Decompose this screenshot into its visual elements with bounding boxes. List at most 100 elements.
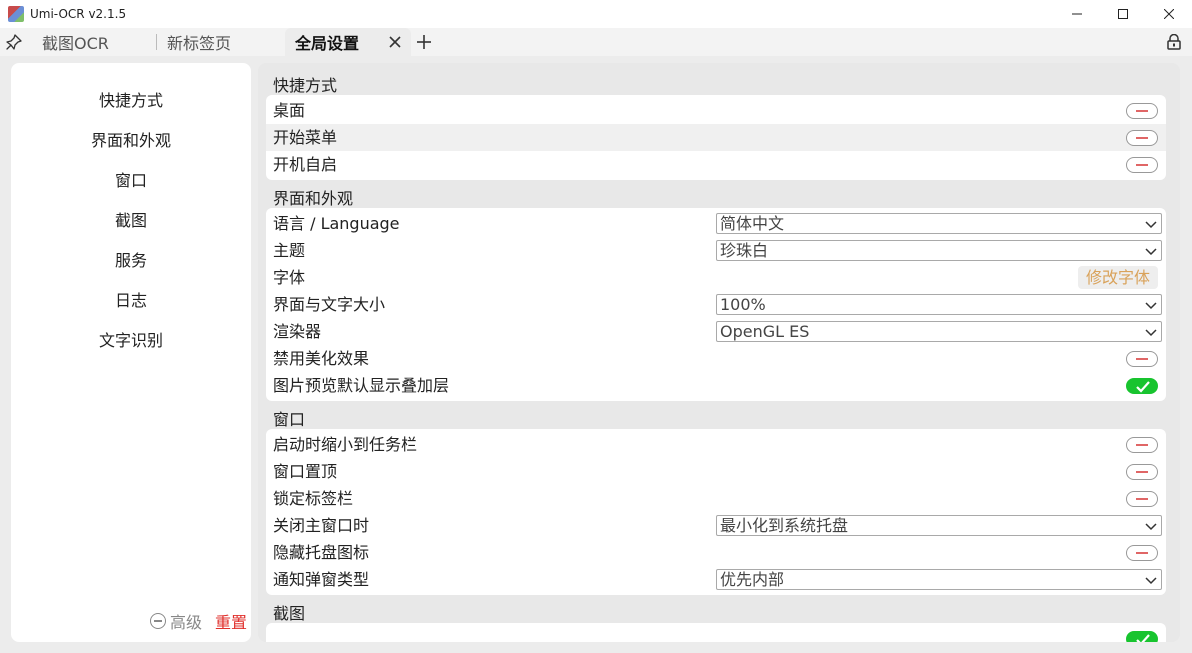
advanced-label: 高级 bbox=[170, 613, 203, 632]
language-select[interactable]: 简体中文 bbox=[716, 213, 1162, 234]
reset-button[interactable]: 重置 bbox=[215, 609, 247, 633]
preview-overlay-switch[interactable] bbox=[1126, 378, 1158, 394]
screenshot-card bbox=[266, 623, 1166, 642]
setting-row-on-close: 关闭主窗口时 最小化到系统托盘 bbox=[266, 512, 1166, 539]
sidebar-item-screenshot[interactable]: 截图 bbox=[11, 207, 251, 231]
close-icon bbox=[1164, 9, 1174, 19]
setting-row-start-menu: 开始菜单 bbox=[266, 124, 1166, 151]
setting-label: 图片预览默认显示叠加层 bbox=[273, 376, 450, 395]
select-value: 100% bbox=[720, 295, 766, 314]
autostart-switch[interactable] bbox=[1126, 157, 1158, 173]
tab-bar: 截图OCR 新标签页 全局设置 bbox=[0, 28, 1192, 56]
change-font-button[interactable]: 修改字体 bbox=[1077, 266, 1158, 289]
sidebar-item-log[interactable]: 日志 bbox=[11, 287, 251, 311]
appearance-card: 语言 / Language 简体中文 主题 珍珠白 字体 修改字体 界面与文字大… bbox=[266, 208, 1166, 401]
setting-row-preview-overlay: 图片预览默认显示叠加层 bbox=[266, 372, 1166, 399]
select-value: 最小化到系统托盘 bbox=[720, 516, 849, 535]
select-value: 珍珠白 bbox=[720, 241, 769, 260]
setting-label: 关闭主窗口时 bbox=[273, 516, 370, 535]
screenshot-setting-switch[interactable] bbox=[1126, 631, 1158, 642]
select-value: OpenGL ES bbox=[720, 322, 810, 341]
add-tab-button[interactable] bbox=[411, 28, 437, 56]
section-title-window: 窗口 bbox=[273, 410, 306, 429]
section-title-appearance: 界面和外观 bbox=[273, 189, 354, 208]
minimize-on-start-switch[interactable] bbox=[1126, 437, 1158, 453]
chevron-down-icon bbox=[1145, 523, 1157, 531]
chevron-down-icon bbox=[1145, 577, 1157, 585]
notify-type-select[interactable]: 优先内部 bbox=[716, 569, 1162, 590]
tab-close-button[interactable] bbox=[385, 32, 405, 52]
theme-select[interactable]: 珍珠白 bbox=[716, 240, 1162, 261]
settings-panel: 快捷方式 桌面 开始菜单 开机自启 界面和外观 语言 / Language 简体… bbox=[258, 63, 1180, 642]
setting-row-disable-effects: 禁用美化效果 bbox=[266, 345, 1166, 372]
sidebar-item-appearance[interactable]: 界面和外观 bbox=[11, 127, 251, 151]
setting-row-scale: 界面与文字大小 100% bbox=[266, 291, 1166, 318]
tab-label: 新标签页 bbox=[167, 34, 232, 53]
disable-effects-switch[interactable] bbox=[1126, 351, 1158, 367]
setting-row-hide-tray: 隐藏托盘图标 bbox=[266, 539, 1166, 566]
desktop-shortcut-switch[interactable] bbox=[1126, 103, 1158, 119]
setting-row-theme: 主题 珍珠白 bbox=[266, 237, 1166, 264]
shortcuts-card: 桌面 开始菜单 开机自启 bbox=[266, 95, 1166, 180]
hide-tray-switch[interactable] bbox=[1126, 545, 1158, 561]
setting-label: 启动时缩小到任务栏 bbox=[273, 435, 418, 454]
check-icon bbox=[1136, 634, 1150, 642]
setting-row-language: 语言 / Language 简体中文 bbox=[266, 210, 1166, 237]
app-logo-icon bbox=[8, 6, 24, 22]
setting-label: 隐藏托盘图标 bbox=[273, 543, 370, 562]
scale-select[interactable]: 100% bbox=[716, 294, 1162, 315]
window-controls bbox=[1054, 0, 1192, 28]
minimize-button[interactable] bbox=[1054, 0, 1100, 28]
sidebar-item-ocr[interactable]: 文字识别 bbox=[11, 327, 251, 351]
section-title-screenshot: 截图 bbox=[273, 604, 306, 623]
lock-tabs-switch[interactable] bbox=[1126, 491, 1158, 507]
check-icon bbox=[1136, 381, 1150, 393]
chevron-down-icon bbox=[1145, 329, 1157, 337]
title-bar: Umi-OCR v2.1.5 bbox=[0, 0, 1192, 28]
setting-label: 开机自启 bbox=[273, 155, 338, 174]
setting-row-autostart: 开机自启 bbox=[266, 151, 1166, 178]
select-value: 优先内部 bbox=[720, 570, 785, 589]
start-menu-shortcut-switch[interactable] bbox=[1126, 130, 1158, 146]
setting-label: 桌面 bbox=[273, 101, 306, 120]
setting-row-desktop: 桌面 bbox=[266, 97, 1166, 124]
select-value: 简体中文 bbox=[720, 214, 785, 233]
always-on-top-switch[interactable] bbox=[1126, 464, 1158, 480]
tab-new[interactable]: 新标签页 bbox=[157, 28, 285, 56]
setting-label: 语言 / Language bbox=[273, 214, 400, 233]
sidebar-item-window[interactable]: 窗口 bbox=[11, 167, 251, 191]
maximize-button[interactable] bbox=[1100, 0, 1146, 28]
window-card: 启动时缩小到任务栏 窗口置顶 锁定标签栏 关闭主窗口时 最小化到系统托盘 隐藏托… bbox=[266, 429, 1166, 595]
plus-icon bbox=[417, 35, 431, 49]
setting-label: 锁定标签栏 bbox=[273, 489, 354, 508]
setting-row-notify-type: 通知弹窗类型 优先内部 bbox=[266, 566, 1166, 593]
pin-icon[interactable] bbox=[0, 28, 28, 56]
window-title: Umi-OCR v2.1.5 bbox=[30, 7, 127, 21]
sidebar-item-shortcuts[interactable]: 快捷方式 bbox=[11, 87, 251, 111]
close-icon bbox=[389, 36, 401, 48]
section-title-shortcuts: 快捷方式 bbox=[273, 76, 338, 95]
tab-label: 全局设置 bbox=[295, 34, 360, 53]
tab-screenshot-ocr[interactable]: 截图OCR bbox=[28, 28, 156, 56]
maximize-icon bbox=[1118, 9, 1128, 19]
setting-row-always-on-top: 窗口置顶 bbox=[266, 458, 1166, 485]
advanced-toggle[interactable]: 高级 bbox=[150, 609, 202, 633]
minimize-icon bbox=[1072, 13, 1082, 15]
setting-label: 渲染器 bbox=[273, 322, 322, 341]
setting-label: 主题 bbox=[273, 241, 306, 260]
setting-label: 禁用美化效果 bbox=[273, 349, 370, 368]
on-close-select[interactable]: 最小化到系统托盘 bbox=[716, 515, 1162, 536]
chevron-down-icon bbox=[1145, 248, 1157, 256]
sidebar-item-service[interactable]: 服务 bbox=[11, 247, 251, 271]
settings-sidebar: 快捷方式 界面和外观 窗口 截图 服务 日志 文字识别 高级 重置 bbox=[11, 63, 251, 642]
lock-icon[interactable] bbox=[1164, 32, 1184, 52]
tab-label: 截图OCR bbox=[42, 34, 109, 53]
setting-row-renderer: 渲染器 OpenGL ES bbox=[266, 318, 1166, 345]
setting-label: 通知弹窗类型 bbox=[273, 570, 370, 589]
renderer-select[interactable]: OpenGL ES bbox=[716, 321, 1162, 342]
tab-global-settings[interactable]: 全局设置 bbox=[285, 28, 411, 56]
close-window-button[interactable] bbox=[1146, 0, 1192, 28]
chevron-down-icon bbox=[1145, 302, 1157, 310]
minus-circle-icon bbox=[150, 613, 166, 629]
setting-label: 界面与文字大小 bbox=[273, 295, 386, 314]
